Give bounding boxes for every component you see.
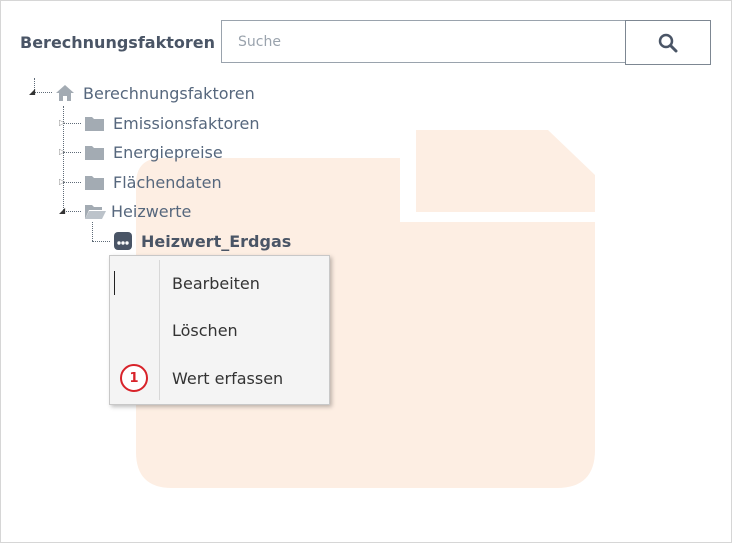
tree-node-label: Energiepreise bbox=[113, 142, 223, 162]
folder-icon bbox=[84, 115, 105, 132]
tree-node-label: Emissionsfaktoren bbox=[113, 113, 260, 133]
search-box bbox=[221, 20, 625, 63]
tree-node-root[interactable]: Berechnungsfaktoren bbox=[55, 81, 255, 105]
folder-icon bbox=[84, 174, 105, 191]
tree-node-label: Heizwert_Erdgas bbox=[141, 231, 292, 251]
search-button[interactable] bbox=[625, 20, 711, 65]
folder-icon bbox=[84, 144, 105, 161]
tree-connector bbox=[92, 241, 110, 242]
record-icon bbox=[113, 231, 133, 251]
tree-node-emissionsfaktoren[interactable]: Emissionsfaktoren bbox=[84, 111, 260, 135]
tree-node-label: Flächendaten bbox=[113, 172, 222, 192]
tree-node-flaechendaten[interactable]: Flächendaten bbox=[84, 170, 222, 194]
tree-node-heizwert-erdgas[interactable]: Heizwert_Erdgas bbox=[113, 229, 291, 253]
menu-item-loeschen[interactable]: Löschen bbox=[172, 321, 238, 340]
tree-node-label: Berechnungsfaktoren bbox=[83, 83, 255, 103]
tree-expand-toggle[interactable]: ▷ bbox=[59, 119, 65, 127]
text-cursor bbox=[114, 271, 115, 295]
tree-connector bbox=[63, 182, 81, 183]
tree-connector bbox=[92, 222, 93, 241]
tree-connector bbox=[63, 211, 81, 212]
tree-collapse-toggle[interactable]: ◢ bbox=[59, 207, 65, 215]
menu-item-wert-erfassen[interactable]: Wert erfassen bbox=[172, 369, 283, 388]
step-number-badge: 1 bbox=[120, 364, 148, 392]
tree-expand-toggle[interactable]: ▷ bbox=[59, 178, 65, 186]
tree-connector bbox=[63, 152, 81, 153]
tree-node-energiepreise[interactable]: Energiepreise bbox=[84, 140, 223, 164]
context-menu: Bearbeiten Löschen Wert erfassen 1 bbox=[109, 255, 330, 405]
tree-node-label: Heizwerte bbox=[111, 201, 192, 221]
menu-item-bearbeiten[interactable]: Bearbeiten bbox=[172, 274, 260, 293]
tree-collapse-toggle[interactable]: ◢ bbox=[29, 88, 35, 96]
menu-separator bbox=[159, 260, 160, 400]
search-input[interactable] bbox=[222, 21, 625, 62]
home-icon bbox=[55, 84, 75, 102]
folder-open-icon bbox=[84, 203, 107, 220]
tree-expand-toggle[interactable]: ▷ bbox=[59, 148, 65, 156]
search-icon bbox=[658, 33, 678, 52]
tree-node-heizwerte[interactable]: Heizwerte bbox=[84, 199, 191, 223]
panel-title: Berechnungsfaktoren bbox=[20, 33, 215, 52]
tree-connector bbox=[63, 123, 81, 124]
tree-connector bbox=[34, 92, 52, 93]
